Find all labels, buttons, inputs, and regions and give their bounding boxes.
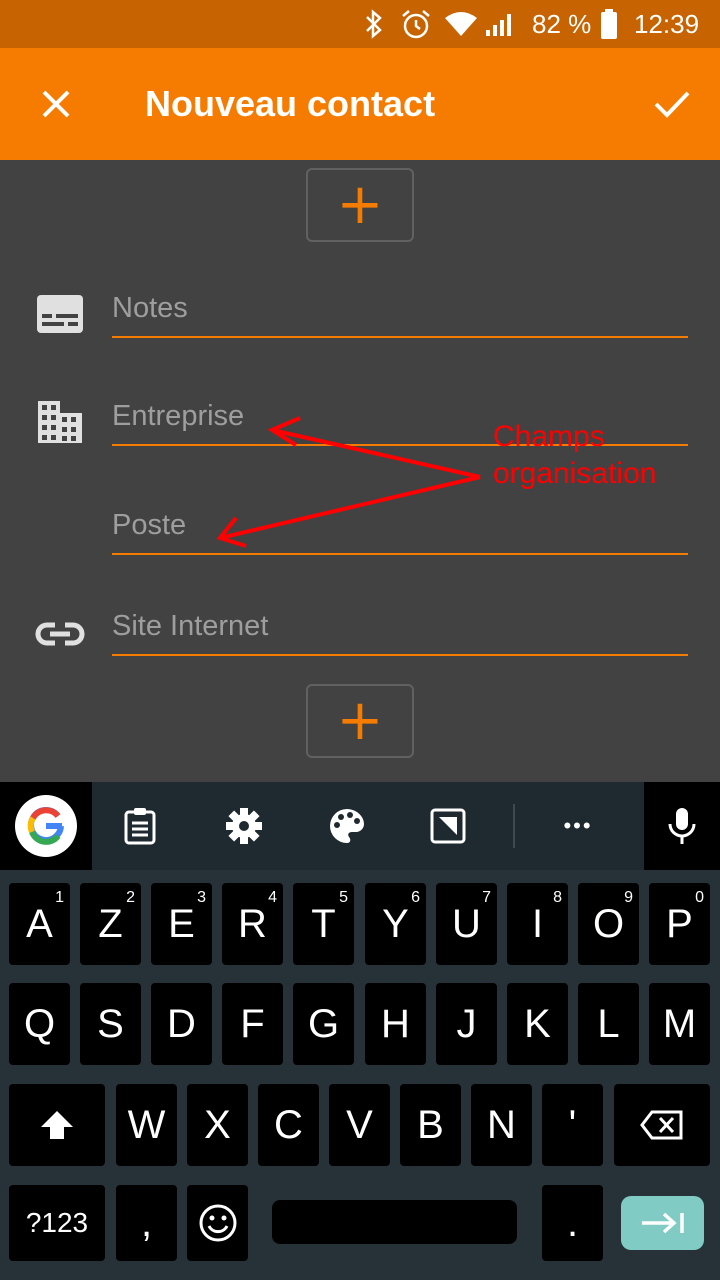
website-field[interactable]	[112, 592, 688, 656]
link-icon	[32, 606, 88, 662]
soft-keyboard: ••• A1 Z2 E3 R4 T5 Y6 U7 I8 O9 P0 Q S D …	[0, 782, 720, 1280]
key-h[interactable]: H	[365, 983, 426, 1065]
key-b[interactable]: B	[400, 1084, 461, 1166]
microphone-icon	[668, 808, 696, 844]
space-bar[interactable]	[272, 1200, 517, 1244]
status-bar: 82 % 12:39	[0, 0, 720, 48]
theme-button[interactable]	[311, 782, 383, 870]
save-button[interactable]	[636, 68, 708, 140]
key-f[interactable]: F	[222, 983, 283, 1065]
close-button[interactable]	[20, 68, 92, 140]
key-c[interactable]: C	[258, 1084, 319, 1166]
enter-key[interactable]	[621, 1196, 704, 1250]
key-l[interactable]: L	[578, 983, 639, 1065]
check-icon	[654, 91, 690, 118]
notes-field[interactable]	[112, 274, 688, 338]
key-n[interactable]: N	[471, 1084, 532, 1166]
add-field-button-bottom[interactable]: +	[306, 684, 414, 758]
key-s[interactable]: S	[80, 983, 141, 1065]
annotation-line-1: Champs	[493, 420, 605, 453]
settings-button[interactable]	[208, 782, 280, 870]
clipboard-button[interactable]	[104, 782, 176, 870]
contact-form: + +	[0, 160, 720, 782]
add-field-button[interactable]: +	[306, 168, 414, 242]
key-d[interactable]: D	[151, 983, 212, 1065]
job-title-input[interactable]	[112, 503, 688, 547]
shift-icon	[41, 1111, 73, 1139]
key-i[interactable]: I8	[507, 883, 568, 965]
business-icon	[32, 394, 88, 450]
toolbar-divider	[513, 804, 515, 848]
key-o[interactable]: O9	[578, 883, 639, 965]
wifi-icon	[444, 0, 478, 48]
clock-time: 12:39	[634, 8, 700, 39]
more-button[interactable]: •••	[542, 782, 614, 870]
key-g[interactable]: G	[293, 983, 354, 1065]
keyboard-toolbar: •••	[0, 782, 720, 870]
battery-percent: 82 %	[532, 8, 592, 39]
google-icon	[15, 795, 77, 857]
key-k[interactable]: K	[507, 983, 568, 1065]
plus-icon: +	[336, 172, 384, 237]
signal-icon	[484, 0, 516, 48]
annotation-line-2: organisation	[493, 457, 657, 490]
key-m[interactable]: M	[649, 983, 710, 1065]
period-key[interactable]: .	[542, 1185, 603, 1261]
voice-input-button[interactable]	[644, 782, 720, 870]
key-j[interactable]: J	[436, 983, 497, 1065]
resize-icon	[430, 808, 466, 844]
key-z[interactable]: Z2	[80, 883, 141, 965]
key-w[interactable]: W	[116, 1084, 177, 1166]
comma-key[interactable]: ,	[116, 1185, 177, 1261]
shift-key[interactable]	[9, 1084, 105, 1166]
clipboard-icon	[124, 808, 156, 845]
website-input[interactable]	[112, 604, 688, 648]
palette-icon	[330, 809, 364, 843]
emoji-icon	[199, 1204, 236, 1242]
key-p[interactable]: P0	[649, 883, 710, 965]
symbols-key[interactable]: ?123	[9, 1185, 105, 1261]
bluetooth-icon	[362, 0, 386, 48]
emoji-key[interactable]	[187, 1185, 248, 1261]
new-contact-screen: 82 % 12:39 Nouveau contact + Notes Entre…	[0, 0, 720, 1280]
key-x[interactable]: X	[187, 1084, 248, 1166]
backspace-key[interactable]	[614, 1084, 710, 1166]
tab-next-icon	[641, 1212, 684, 1234]
annotation-text: Champs organisation	[493, 418, 656, 492]
key-u[interactable]: U7	[436, 883, 497, 965]
gear-icon	[226, 808, 262, 844]
key-q[interactable]: Q	[9, 983, 70, 1065]
key-y[interactable]: Y6	[365, 883, 426, 965]
key-t[interactable]: T5	[293, 883, 354, 965]
one-handed-button[interactable]	[412, 782, 484, 870]
key-a[interactable]: A1	[9, 883, 70, 965]
key-r[interactable]: R4	[222, 883, 283, 965]
app-bar: Nouveau contact	[0, 48, 720, 160]
plus-icon: +	[336, 688, 384, 753]
battery-icon	[600, 0, 618, 48]
close-icon	[42, 90, 70, 118]
key-v[interactable]: V	[329, 1084, 390, 1166]
alarm-icon	[400, 0, 432, 48]
notes-input[interactable]	[112, 286, 688, 330]
google-button[interactable]	[0, 782, 92, 870]
notes-icon	[32, 286, 88, 342]
key-e[interactable]: E3	[151, 883, 212, 965]
page-title: Nouveau contact	[145, 83, 436, 124]
backspace-icon	[640, 1110, 683, 1140]
job-title-field[interactable]	[112, 491, 688, 555]
key-apostrophe[interactable]: '	[542, 1084, 603, 1166]
